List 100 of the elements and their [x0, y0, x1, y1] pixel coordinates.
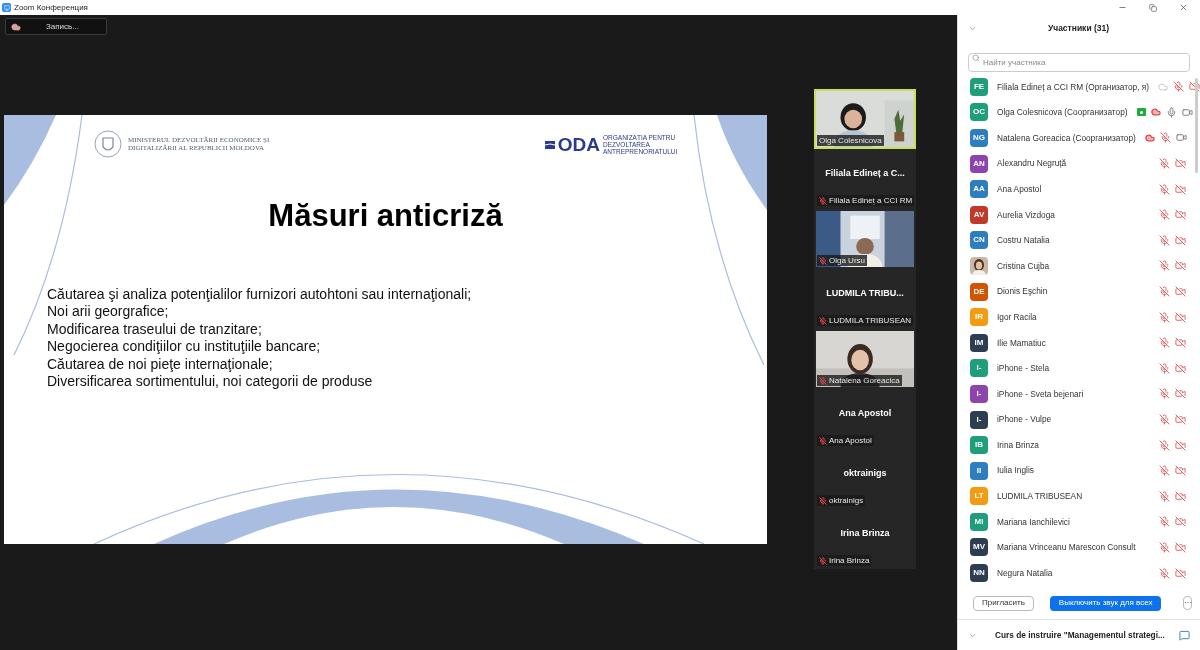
participant-row[interactable]: IM Ilie Mamatiuc [958, 329, 1200, 356]
muted-mic-icon[interactable] [1159, 132, 1171, 144]
muted-mic-icon[interactable] [1173, 81, 1185, 93]
participant-row[interactable]: II Iulia Inglis [958, 457, 1200, 484]
video-off-icon[interactable] [1175, 362, 1186, 374]
record-button[interactable]: Запись... [5, 18, 107, 35]
participant-row[interactable]: MI Mariana Ianchilevici [958, 509, 1200, 535]
video-off-icon[interactable] [1175, 542, 1186, 553]
video-off-icon[interactable] [1175, 209, 1186, 221]
muted-mic-icon[interactable] [1159, 362, 1170, 374]
muted-mic-icon[interactable] [1159, 388, 1170, 400]
video-off-icon[interactable] [1175, 311, 1186, 323]
muted-mic-icon[interactable] [1159, 414, 1170, 425]
video-tile[interactable]: Irina Brinza Irina Brinza [814, 509, 916, 569]
video-off-icon[interactable] [1175, 567, 1186, 579]
video-tile[interactable]: Natalena Goreacica [814, 329, 916, 389]
video-off-icon[interactable] [1175, 414, 1186, 425]
video-off-icon[interactable] [1175, 516, 1186, 528]
participant-row[interactable]: Cristina Cujba [958, 253, 1200, 279]
slide-text-line: Căutarea de noi pieţe internaţionale; [47, 355, 274, 373]
mute-all-button[interactable]: Выключить звук для всех [1049, 595, 1162, 611]
maximize-icon[interactable] [1149, 3, 1157, 12]
coat-of-arms-icon [94, 129, 122, 159]
muted-mic-icon[interactable] [1159, 311, 1170, 323]
avatar: AV [970, 205, 988, 224]
video-off-icon[interactable] [1175, 158, 1186, 170]
muted-mic-icon[interactable] [1159, 567, 1170, 579]
participant-row[interactable]: OC Olga Colesnicova (Соорганизатор) [958, 99, 1200, 126]
video-off-icon[interactable] [1175, 439, 1186, 451]
participant-row[interactable]: DE Dionis Eşchin [958, 278, 1200, 305]
panel-title: Участники (31) [1046, 21, 1111, 35]
participant-row[interactable]: CN Costru Natalia [958, 227, 1200, 254]
video-off-icon[interactable] [1175, 465, 1186, 477]
participant-row[interactable]: I- iPhone - Sveta bejenari [958, 381, 1200, 407]
muted-mic-icon [819, 496, 827, 505]
chat-title: Curs de instruire "Managementul strategi... [995, 628, 1166, 642]
muted-mic-icon[interactable] [1159, 516, 1170, 528]
chat-icon[interactable] [1179, 629, 1190, 641]
muted-mic-icon[interactable] [1159, 337, 1170, 349]
participant-name: Irina Brinza [997, 438, 1040, 452]
slide-text-line: Negocierea condiţiilor cu instituţiile bancare; [47, 338, 322, 356]
participant-row[interactable]: AA Ana Apostol [958, 176, 1200, 202]
video-off-icon[interactable] [1175, 490, 1186, 502]
participant-name: Cristina Cujba [997, 259, 1051, 273]
close-icon[interactable] [1179, 3, 1188, 12]
tile-name-label: Olga Colesnicova [817, 135, 884, 146]
muted-mic-icon[interactable] [1159, 209, 1170, 221]
participant-row[interactable]: NG Natalena Goreacica (Соорганизатор) [958, 125, 1200, 151]
tile-name-label: Irina Brinza [817, 555, 872, 566]
invite-button[interactable]: Пригласить [973, 595, 1034, 611]
oda-logo: ODA [557, 135, 600, 154]
muted-mic-icon[interactable] [1159, 183, 1170, 195]
muted-mic-icon [819, 376, 827, 385]
muted-mic-icon [819, 556, 827, 565]
muted-mic-icon[interactable] [1159, 234, 1170, 246]
tile-name-title: oktrainigs [843, 467, 887, 481]
participant-name: Aurelia Vizdoga [997, 208, 1056, 221]
participant-row[interactable]: IB Irina Brinza [958, 432, 1200, 458]
video-tile[interactable]: oktrainigs oktrainigs [814, 449, 916, 509]
video-tile[interactable]: LUDMILA TRIBU... LUDMILA TRIBUSEAN [814, 269, 916, 329]
avatar: IB [970, 436, 988, 455]
muted-mic-icon[interactable] [1159, 439, 1170, 451]
video-off-icon[interactable] [1175, 388, 1186, 400]
muted-mic-icon[interactable] [1159, 490, 1170, 502]
participant-row[interactable]: LT LUDMILA TRIBUSEAN [958, 483, 1200, 510]
video-icon[interactable] [1181, 106, 1193, 118]
avatar: NG [970, 129, 988, 147]
search-field[interactable]: Найти участника [968, 53, 1190, 72]
participant-row[interactable]: AN Alexandru Negruță [958, 150, 1200, 177]
video-off-icon[interactable] [1175, 183, 1186, 195]
participant-name: LUDMILA TRIBUSEAN [997, 490, 1084, 503]
video-off-icon[interactable] [1175, 337, 1186, 349]
avatar: MV [970, 538, 988, 557]
participant-row[interactable]: NN Negura Natalia [958, 560, 1200, 586]
tile-name-title: Irina Brinza [840, 527, 890, 541]
video-tile[interactable]: Olga Colesnicova [814, 89, 916, 149]
scrollbar[interactable] [1195, 78, 1198, 173]
muted-mic-icon[interactable] [1159, 286, 1170, 298]
participant-name: Igor Racila [997, 310, 1038, 324]
participant-row[interactable]: I- iPhone - Vulpe [958, 406, 1200, 433]
participant-row[interactable]: MV Mariana Vrinceanu Marescon Consult [958, 534, 1200, 561]
video-icon[interactable] [1175, 132, 1187, 144]
muted-mic-icon[interactable] [1159, 158, 1170, 170]
avatar: I- [970, 359, 988, 378]
avatar: I- [970, 410, 988, 429]
mic-icon[interactable] [1165, 106, 1177, 118]
participant-row[interactable]: AV Aurelia Vizdoga [958, 201, 1200, 228]
muted-mic-icon[interactable] [1159, 542, 1170, 553]
video-tile[interactable]: Ana Apostol Ana Apostol [814, 389, 916, 449]
video-off-icon[interactable] [1189, 81, 1200, 93]
video-tile[interactable]: Filiala Edineț a C... Filiala Edineț a CCI RM [814, 149, 916, 209]
video-off-icon[interactable] [1175, 260, 1186, 272]
video-off-icon[interactable] [1175, 234, 1186, 246]
video-tile[interactable]: Olga Ursu [814, 209, 916, 269]
avatar: LT [970, 487, 988, 506]
muted-mic-icon[interactable] [1159, 465, 1170, 477]
video-off-icon[interactable] [1175, 286, 1186, 298]
muted-mic-icon[interactable] [1159, 260, 1170, 272]
participant-row[interactable]: I- iPhone - Stela [958, 355, 1200, 382]
participant-row[interactable]: IR Igor Racila [958, 304, 1200, 330]
